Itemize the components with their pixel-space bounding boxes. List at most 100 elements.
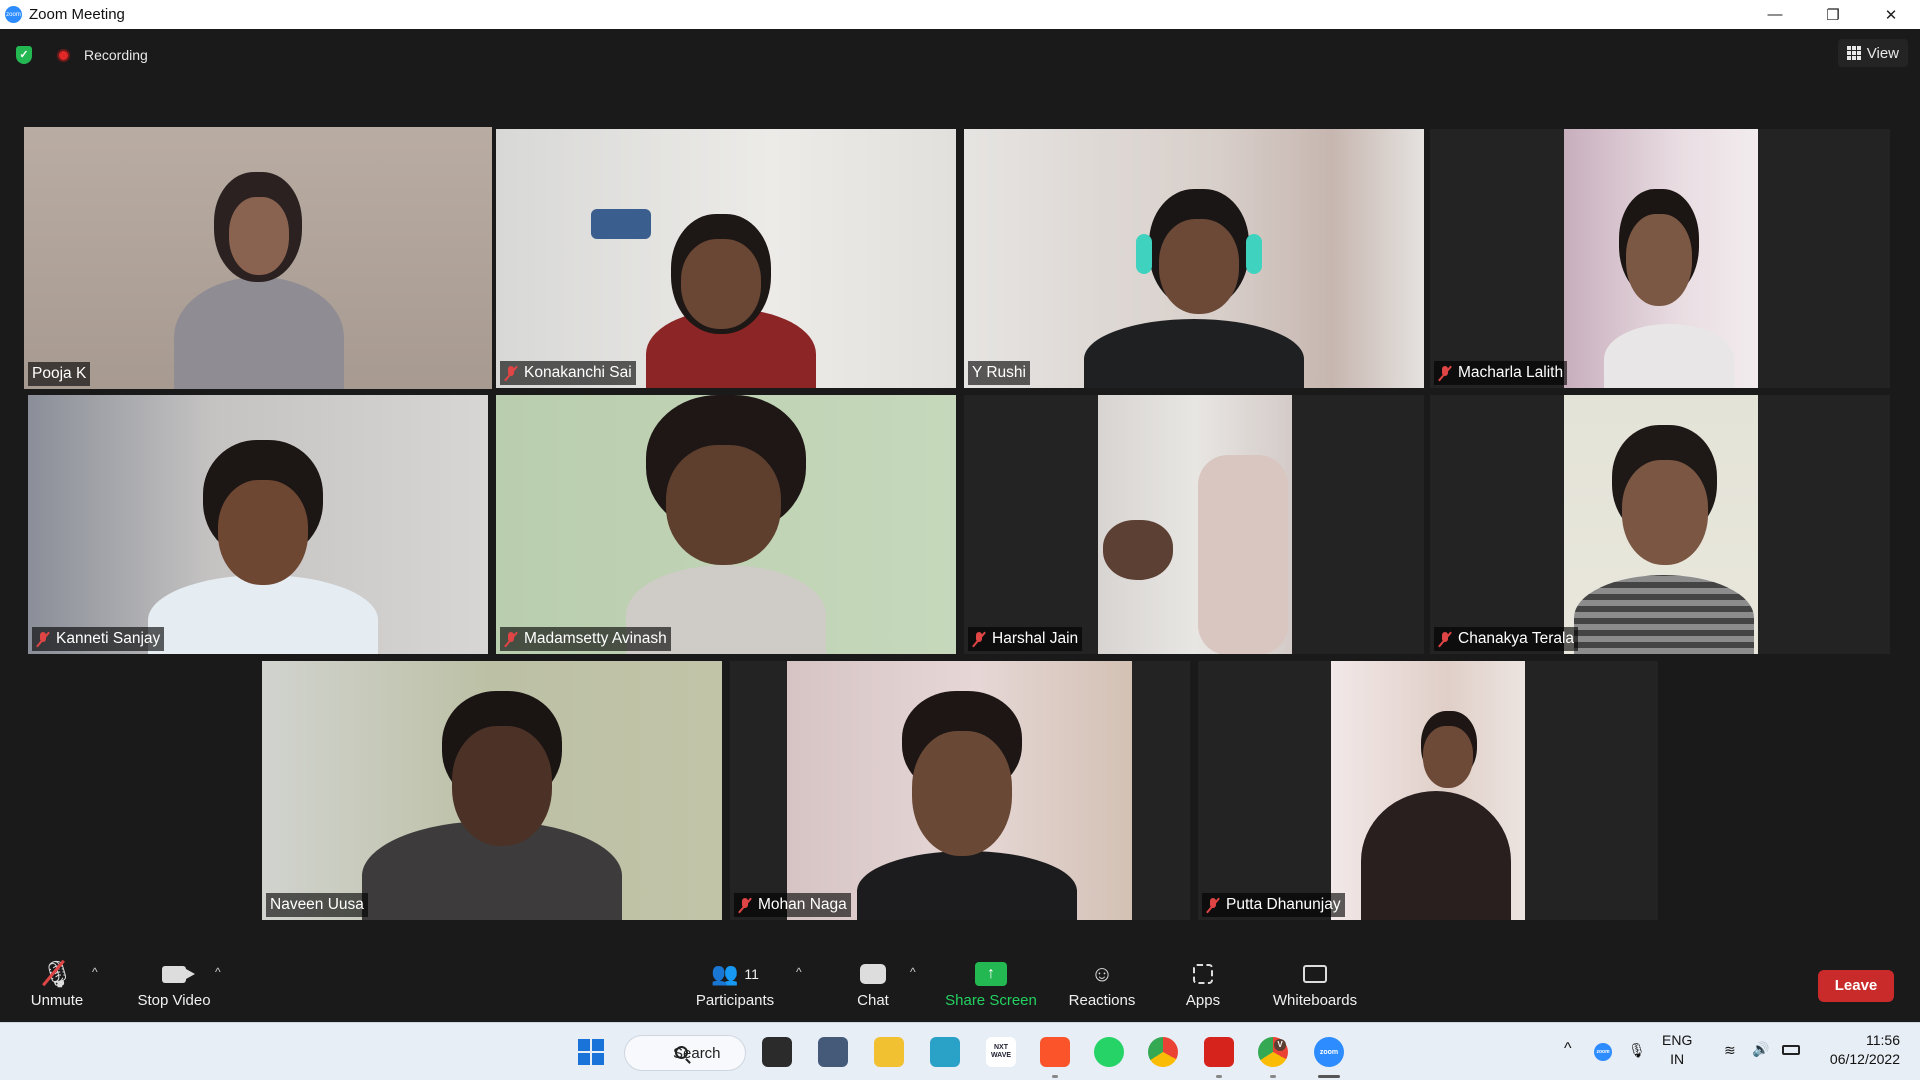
restore-button[interactable]: ❐ [1804,0,1862,29]
clock-date: 06/12/2022 [1829,1051,1900,1067]
participant-name-label: Chanakya Terala [1434,627,1579,651]
participants-icon: 👥 [711,961,739,986]
participant-name-label: Konakanchi Sai [500,361,636,385]
stop-video-button[interactable]: Stop Video [119,956,229,1009]
file-explorer-icon[interactable] [874,1037,904,1067]
view-label: View [1866,44,1899,62]
video-options-chevron-icon[interactable]: ^ [215,965,221,979]
zoom-window: zoom Zoom Meeting — ❐ ✕ ✓ Recording View… [0,0,1920,1080]
reactions-label: Reactions [1068,992,1136,1009]
muted-mic-icon [1438,631,1452,647]
title-bar: zoom Zoom Meeting — ❐ ✕ [0,0,1920,29]
brave-browser-icon[interactable] [1040,1037,1070,1067]
muted-mic-icon [1206,897,1220,913]
window-title: Zoom Meeting [29,6,125,23]
muted-mic-icon [36,631,50,647]
running-indicator [1270,1075,1276,1078]
video-camera-icon [162,965,195,983]
participant-name-label: Kanneti Sanjay [32,627,165,651]
participant-name-label: Madamsetty Avinash [500,627,671,651]
chat-bubble-icon [860,964,886,984]
participant-tile[interactable]: Kanneti Sanjay [28,395,488,654]
participant-video [1331,661,1525,920]
virtualbox-icon[interactable] [818,1037,848,1067]
taskbar-search-box[interactable]: Search [624,1035,746,1071]
participant-video [496,129,956,388]
leave-button[interactable]: Leave [1818,970,1894,1002]
chrome-profile-icon[interactable]: V [1258,1037,1288,1067]
minimize-button[interactable]: — [1746,0,1804,29]
participant-tile[interactable]: Chanakya Terala [1430,395,1890,654]
windows-start-icon[interactable] [576,1037,606,1067]
reactions-button[interactable]: ☺ Reactions [1047,956,1157,1009]
reactions-smiley-icon: ☺ [1090,961,1114,986]
battery-icon[interactable] [1782,1041,1800,1060]
participants-button[interactable]: 👥 11 Participants [680,956,790,1009]
stop-video-label: Stop Video [137,992,211,1009]
apps-label: Apps [1185,992,1221,1009]
this-pc-icon[interactable] [930,1037,960,1067]
participant-tile[interactable]: Konakanchi Sai [496,129,956,388]
participant-video [1564,129,1758,388]
participant-name-label: Macharla Lalith [1434,361,1568,385]
participants-count: 11 [744,966,759,982]
show-hidden-icons-chevron-icon[interactable]: ^ [1564,1039,1572,1058]
nxtwave-app-icon[interactable]: NXT WAVE [986,1037,1016,1067]
participant-name-label: Y Rushi [968,361,1030,385]
muted-mic-icon [1438,365,1452,381]
chat-label: Chat [857,992,889,1009]
whiteboards-button[interactable]: Whiteboards [1257,956,1373,1009]
participant-video [496,395,956,654]
unmute-button[interactable]: 🎙 Unmute [2,956,112,1010]
participant-name-label: Putta Dhanunjay [1202,893,1345,917]
search-icon [675,1046,688,1059]
participant-tile[interactable]: Madamsetty Avinash [496,395,956,654]
participant-tile[interactable]: Putta Dhanunjay [1198,661,1658,920]
whatsapp-icon[interactable] [1094,1037,1124,1067]
acrobat-reader-icon[interactable] [1204,1037,1234,1067]
volume-icon[interactable]: 🔊 [1752,1040,1769,1059]
participant-video [1098,395,1292,654]
running-indicator [1216,1075,1222,1078]
close-button[interactable]: ✕ [1862,0,1920,29]
security-shield-icon[interactable]: ✓ [16,46,32,64]
task-view-icon[interactable] [762,1037,792,1067]
participant-name-label: Pooja K [28,362,91,386]
participant-video [1564,395,1758,654]
view-button[interactable]: View [1837,39,1908,67]
zoom-tray-icon[interactable]: zoom [1594,1043,1612,1061]
audio-options-chevron-icon[interactable]: ^ [92,965,98,979]
participant-name-label: Mohan Naga [734,893,851,917]
input-language-indicator[interactable]: ENG IN [1662,1031,1692,1069]
participant-tile[interactable]: Mohan Naga [730,661,1190,920]
unmute-label: Unmute [30,992,84,1009]
muted-mic-icon [504,365,518,381]
participants-options-chevron-icon[interactable]: ^ [796,965,802,979]
apps-icon [1193,964,1213,984]
share-screen-button[interactable]: ↑ Share Screen [936,956,1046,1009]
participant-tile[interactable]: Pooja K [24,127,492,389]
wifi-icon[interactable]: ≋ [1724,1041,1736,1060]
participant-video [262,661,722,920]
chat-options-chevron-icon[interactable]: ^ [910,965,916,979]
microphone-tray-icon[interactable]: 🎙 [1628,1041,1646,1060]
participant-video [787,661,1132,920]
active-app-indicator [1318,1075,1340,1078]
windows-taskbar: Search NXT WAVE V zoom ^ zoom 🎙 ENG IN ≋ … [0,1022,1920,1080]
participant-tile[interactable]: Harshal Jain [964,395,1424,654]
apps-button[interactable]: Apps [1148,956,1258,1009]
participant-tile[interactable]: Macharla Lalith [1430,129,1890,388]
taskbar-clock[interactable]: 11:56 06/12/2022 [1820,1031,1900,1069]
running-indicator [1052,1075,1058,1078]
recording-indicator-icon[interactable] [57,49,70,62]
zoom-taskbar-icon[interactable]: zoom [1314,1037,1344,1067]
participant-video [964,129,1424,388]
meeting-top-bar: ✓ Recording View [0,29,1920,77]
share-screen-label: Share Screen [945,992,1037,1009]
participant-tile[interactable]: Y Rushi [964,129,1424,388]
zoom-app-icon: zoom [5,6,22,23]
chat-button[interactable]: Chat [818,956,928,1009]
whiteboards-label: Whiteboards [1272,992,1358,1009]
participant-tile[interactable]: Naveen Uusa [262,661,722,920]
chrome-icon[interactable] [1148,1037,1178,1067]
